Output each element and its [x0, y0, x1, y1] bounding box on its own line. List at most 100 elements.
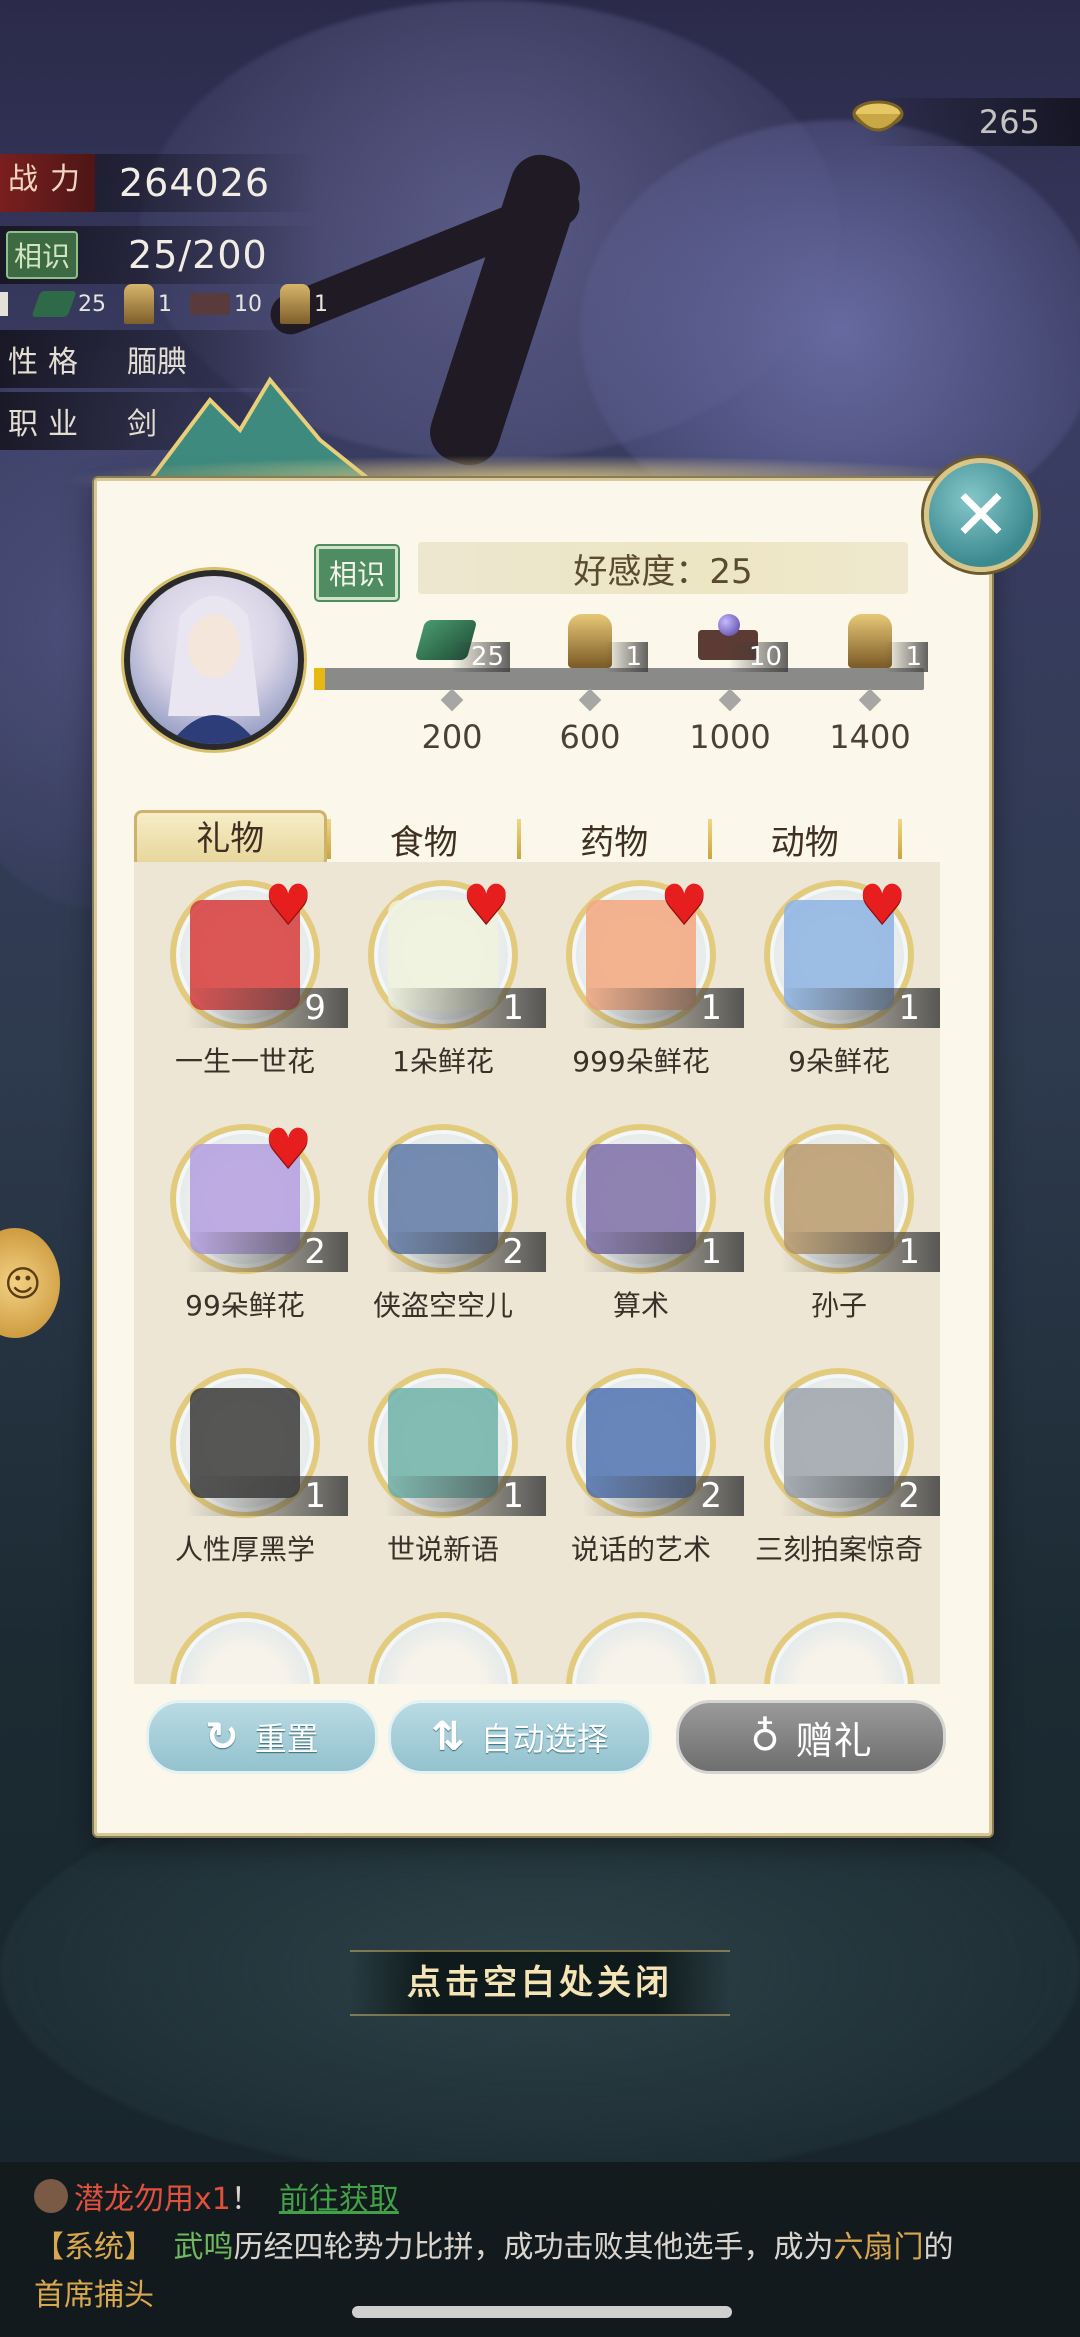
acquaintance-tag: 相识: [6, 231, 79, 279]
gold-rock-icon: [280, 284, 310, 324]
milestone-600[interactable]: 1 600: [530, 614, 650, 756]
jade-stone-icon: [31, 291, 77, 317]
tab-animal[interactable]: 动物: [712, 815, 899, 864]
acquaintance-row: 相识 25/200: [6, 226, 268, 284]
milestone-reward: 1: [530, 614, 650, 674]
item-name: 世说新语: [386, 1533, 499, 1566]
power-value: 264026: [119, 161, 271, 205]
item-frame: [566, 1612, 716, 1684]
gift-item-partial[interactable]: [542, 1612, 740, 1684]
item-quantity: 1: [780, 1232, 940, 1272]
tab-label: 动物: [770, 822, 839, 863]
close-icon: ✕: [951, 474, 1011, 556]
milestone-value: 1000: [689, 718, 771, 756]
job-row: 职业 剑: [0, 392, 157, 450]
milestone-1000[interactable]: 10 1000: [670, 614, 790, 756]
gift-item-partial[interactable]: [344, 1612, 542, 1684]
gift-item[interactable]: 1 孙子: [740, 1124, 940, 1344]
go-get-link[interactable]: 前往获取: [279, 2174, 399, 2218]
gift-item[interactable]: ♥ 1 999朵鲜花: [542, 878, 744, 1100]
close-button[interactable]: ✕: [924, 458, 1038, 572]
currency-value: 265: [978, 103, 1040, 141]
item-quantity: 1: [186, 1476, 348, 1516]
bowl-icon: [850, 94, 906, 146]
close-hint-banner[interactable]: 点击空白处关闭: [350, 1950, 730, 2016]
mini-reward-strip: 25 1 10 1: [0, 284, 330, 324]
mini-reward-count: 25: [78, 291, 106, 317]
gift-item[interactable]: 1 世说新语: [344, 1368, 546, 1588]
milestone-reward-count: 1: [885, 642, 928, 672]
swap-arrows-icon: ⇅: [431, 1714, 465, 1760]
gift-item[interactable]: 2 三刻拍案惊奇: [740, 1368, 940, 1588]
item-quantity: 1: [780, 988, 940, 1028]
tab-gift[interactable]: 礼物: [134, 810, 327, 868]
system-line-2: 首席捕头: [34, 2270, 154, 2314]
gift-item[interactable]: 1 算术: [542, 1124, 744, 1344]
milestone-marker: [718, 688, 742, 712]
reset-label: 重置: [254, 1720, 319, 1758]
milestone-value: 600: [559, 718, 621, 756]
milestone-200[interactable]: 25 200: [392, 614, 512, 756]
player-name[interactable]: 武鸣: [174, 2230, 234, 2265]
gift-bag-icon: ♁: [750, 1714, 780, 1760]
power-row: 战力 264026: [0, 154, 270, 212]
item-name: 1朵鲜花: [392, 1045, 494, 1078]
pearl-box-icon: [190, 293, 230, 315]
relation-tag: 相识: [316, 546, 399, 600]
item-name: 三刻拍案惊奇: [754, 1533, 923, 1566]
milestone-1400[interactable]: 1 1400: [810, 614, 930, 756]
item-name: 说话的艺术: [570, 1533, 711, 1566]
gift-item-partial[interactable]: [740, 1612, 938, 1684]
reward-item: 潜龙勿用x1: [74, 2182, 231, 2217]
gift-item-partial[interactable]: [146, 1612, 344, 1684]
item-quantity: 2: [780, 1476, 940, 1516]
tab-food[interactable]: 食物: [331, 815, 518, 864]
system-line: 【系统】 武鸣历经四轮势力比拼，成功击败其他选手，成为六扇门的: [34, 2222, 954, 2266]
milestone-marker: [578, 688, 602, 712]
gift-item[interactable]: ♥ 2 99朵鲜花: [146, 1122, 348, 1344]
personality-label: 性格: [8, 345, 88, 380]
milestone-value: 200: [421, 718, 483, 756]
milestone-marker: [858, 688, 882, 712]
reset-button[interactable]: ↻ 重置: [146, 1700, 378, 1774]
heart-icon: ♥: [462, 873, 511, 936]
gift-item-grid[interactable]: ♥ 9 一生一世花 ♥ 1 1朵鲜花 ♥ 1 999朵鲜花 ♥ 1 9朵鲜花 ♥ 2 99朵鲜花 2 侠盗空空儿…: [134, 862, 940, 1684]
gift-item[interactable]: 1 人性厚黑学: [146, 1368, 348, 1588]
item-name: 9朵鲜花: [788, 1045, 890, 1078]
heart-icon: ♥: [264, 873, 313, 936]
milestone-reward-count: 25: [450, 642, 510, 672]
item-quantity: 1: [384, 988, 546, 1028]
tab-label: 食物: [389, 822, 458, 863]
category-tabs: 礼物 食物 药物 动物: [134, 808, 902, 870]
gift-item[interactable]: 2 侠盗空空儿: [344, 1124, 546, 1344]
gift-item[interactable]: 2 说话的艺术: [542, 1368, 744, 1588]
pearl-icon: [718, 614, 740, 636]
refresh-icon: ↻: [205, 1714, 239, 1760]
item-name: 一生一世花: [174, 1045, 315, 1078]
auto-select-button[interactable]: ⇅ 自动选择: [388, 1700, 652, 1774]
mini-reward-count: 1: [158, 291, 172, 317]
tab-label: 药物: [580, 822, 649, 863]
gift-button[interactable]: ♁ 赠礼: [676, 1700, 946, 1774]
gift-item[interactable]: ♥ 1 1朵鲜花: [344, 873, 546, 1100]
affection-text: 好感度：25: [573, 551, 753, 592]
system-tag: 【系统】: [34, 2230, 154, 2265]
heart-icon: ♥: [858, 873, 907, 936]
gift-item[interactable]: ♥ 9 一生一世花: [146, 873, 348, 1100]
home-indicator[interactable]: [352, 2306, 732, 2318]
item-quantity: 1: [582, 1232, 744, 1272]
milestone-reward-count: 10: [728, 642, 788, 672]
gift-item[interactable]: ♥ 1 9朵鲜花: [740, 873, 940, 1100]
job-label: 职业: [8, 407, 88, 442]
item-name: 99朵鲜花: [185, 1289, 305, 1322]
power-label: 战力: [0, 154, 95, 212]
item-quantity: 2: [582, 1476, 744, 1516]
tab-medicine[interactable]: 药物: [521, 815, 708, 864]
milestone-value: 1400: [829, 718, 911, 756]
item-frame: [764, 1612, 914, 1684]
auto-select-label: 自动选择: [480, 1720, 609, 1758]
faction-name: 六扇门: [833, 2230, 924, 2265]
currency-display: 265: [852, 98, 1080, 146]
item-frame: [170, 1612, 320, 1684]
item-frame: [368, 1612, 518, 1684]
